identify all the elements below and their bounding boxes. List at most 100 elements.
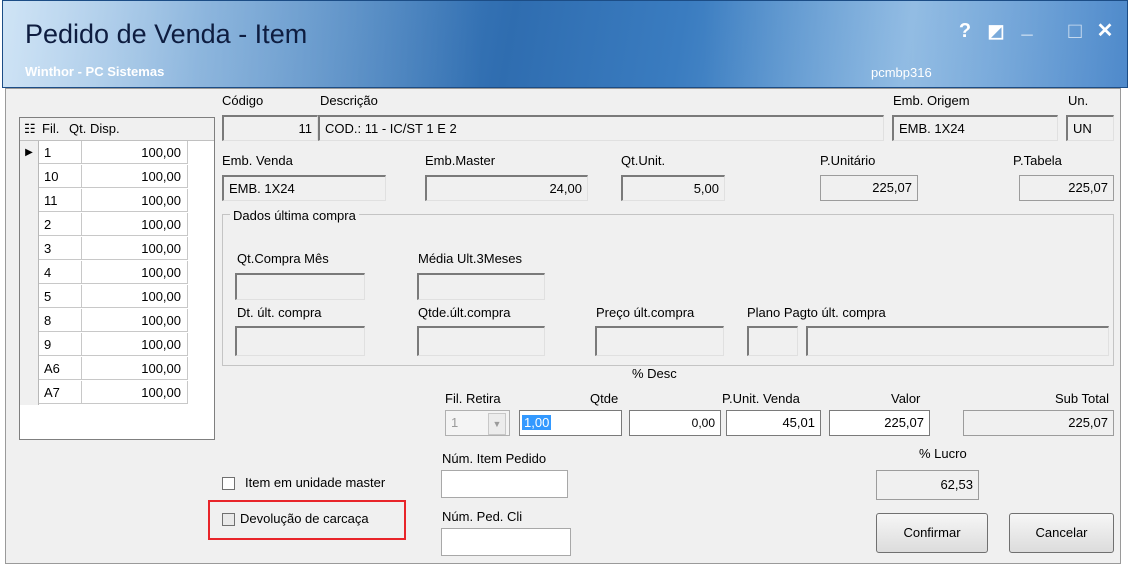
cell-qt-disp[interactable]: 100,00 — [82, 333, 188, 356]
restore-icon[interactable]: ◩ — [984, 19, 1008, 43]
un-label: Un. — [1068, 93, 1089, 108]
cell-fil[interactable]: 4 — [39, 261, 82, 284]
table-row[interactable]: 11 100,00 — [20, 189, 214, 213]
row-indicator — [20, 357, 39, 381]
valor-label: Valor — [891, 391, 921, 406]
devolucao-carcaca-checkbox[interactable] — [222, 513, 235, 526]
table-row[interactable]: 10 100,00 — [20, 165, 214, 189]
grid-menu-icon[interactable]: ☷ — [24, 121, 36, 137]
cell-qt-disp[interactable]: 100,00 — [82, 357, 188, 380]
devolucao-carcaca-label[interactable]: Devolução de carcaça — [240, 511, 369, 526]
window-title: Pedido de Venda - Item — [25, 19, 308, 49]
preco-ult-compra-field — [595, 326, 724, 356]
cell-fil[interactable]: A6 — [39, 357, 82, 380]
item-unidade-master-checkbox[interactable] — [222, 477, 235, 490]
table-row[interactable]: 4 100,00 — [20, 261, 214, 285]
emb-master-label: Emb.Master — [425, 153, 496, 168]
cell-qt-disp[interactable]: 100,00 — [82, 141, 188, 164]
grid-header-fil[interactable]: Fil. — [42, 121, 59, 136]
table-row[interactable]: 2 100,00 — [20, 213, 214, 237]
row-indicator — [20, 237, 39, 261]
desc-input[interactable]: 0,00 — [629, 410, 721, 436]
cell-fil[interactable]: 8 — [39, 309, 82, 332]
title-bar[interactable]: Pedido de Venda - Item Winthor - PC Sist… — [2, 0, 1128, 88]
cell-fil[interactable]: 5 — [39, 285, 82, 308]
lucro-label: % Lucro — [919, 446, 967, 461]
plano-pagto-desc-field — [806, 326, 1109, 356]
media-ult-3meses-label: Média Ult.3Meses — [418, 251, 523, 266]
cell-qt-disp[interactable]: 100,00 — [82, 261, 188, 284]
filial-stock-grid[interactable]: ☷ Fil. Qt. Disp. ▶ 1 100,00 10 100,00 11 100,0… — [19, 117, 215, 440]
cell-qt-disp[interactable]: 100,00 — [82, 165, 188, 188]
num-item-pedido-input[interactable] — [441, 470, 568, 498]
cancelar-button[interactable]: Cancelar — [1009, 513, 1114, 553]
row-indicator — [20, 261, 39, 285]
cell-qt-disp[interactable]: 100,00 — [82, 285, 188, 308]
sub-total-field: 225,07 — [963, 410, 1114, 436]
row-indicator — [20, 381, 39, 405]
qtde-value: 1,00 — [522, 415, 552, 430]
emb-origem-field: EMB. 1X24 — [892, 115, 1058, 141]
cell-qt-disp[interactable]: 100,00 — [82, 309, 188, 332]
cell-fil[interactable]: 9 — [39, 333, 82, 356]
valor-input[interactable]: 225,07 — [829, 410, 930, 436]
grid-header: ☷ Fil. Qt. Disp. — [20, 118, 214, 141]
cell-qt-disp[interactable]: 100,00 — [82, 237, 188, 260]
table-row[interactable]: 5 100,00 — [20, 285, 214, 309]
num-ped-cli-input[interactable] — [441, 528, 571, 556]
emb-master-field: 24,00 — [425, 175, 588, 201]
emb-origem-label: Emb. Origem — [893, 93, 970, 108]
emb-venda-label: Emb. Venda — [222, 153, 293, 168]
preco-ult-compra-label: Preço últ.compra — [596, 305, 695, 320]
descricao-label: Descrição — [320, 93, 378, 108]
descricao-field: COD.: 11 - IC/ST 1 E 2 — [318, 115, 884, 141]
close-icon[interactable]: ✕ — [1093, 19, 1117, 43]
table-row[interactable]: 8 100,00 — [20, 309, 214, 333]
window-subtitle: Winthor - PC Sistemas — [25, 64, 165, 79]
ultima-compra-group-label: Dados última compra — [230, 208, 359, 223]
cell-fil[interactable]: A7 — [39, 381, 82, 404]
cell-qt-disp[interactable]: 100,00 — [82, 189, 188, 212]
row-indicator — [20, 213, 39, 237]
confirmar-button[interactable]: Confirmar — [876, 513, 988, 553]
sub-total-label: Sub Total — [1055, 391, 1109, 406]
cell-fil[interactable]: 2 — [39, 213, 82, 236]
fil-retira-value: 1 — [451, 415, 459, 430]
cell-fil[interactable]: 1 — [39, 141, 82, 164]
table-row[interactable]: 3 100,00 — [20, 237, 214, 261]
p-unitario-field: 225,07 — [820, 175, 918, 201]
plano-pagto-code-field — [747, 326, 798, 356]
cell-qt-disp[interactable]: 100,00 — [82, 213, 188, 236]
desc-label: % Desc — [632, 366, 677, 381]
minimize-icon[interactable]: _ — [1015, 15, 1039, 39]
table-row[interactable]: A7 100,00 — [20, 381, 214, 405]
qt-unit-field: 5,00 — [621, 175, 725, 201]
dt-ult-compra-field — [235, 326, 365, 356]
row-indicator — [20, 189, 39, 213]
cell-qt-disp[interactable]: 100,00 — [82, 381, 188, 404]
num-ped-cli-label: Núm. Ped. Cli — [442, 509, 523, 524]
emb-venda-field: EMB. 1X24 — [222, 175, 386, 201]
table-row[interactable]: 9 100,00 — [20, 333, 214, 357]
fil-retira-select[interactable]: 1 ▼ — [445, 410, 510, 436]
cell-fil[interactable]: 11 — [39, 189, 82, 212]
row-indicator — [20, 285, 39, 309]
p-unit-venda-input[interactable]: 45,01 — [726, 410, 821, 436]
p-tabela-field: 225,07 — [1019, 175, 1114, 201]
table-row[interactable]: ▶ 1 100,00 — [20, 141, 214, 165]
cell-fil[interactable]: 10 — [39, 165, 82, 188]
table-row[interactable]: A6 100,00 — [20, 357, 214, 381]
row-indicator — [20, 333, 39, 357]
media-ult-3meses-field — [417, 273, 545, 300]
grid-header-qt-disp[interactable]: Qt. Disp. — [69, 121, 120, 136]
p-unit-venda-label: P.Unit. Venda — [722, 391, 800, 406]
qt-unit-label: Qt.Unit. — [621, 153, 666, 168]
maximize-icon[interactable]: □ — [1063, 19, 1087, 43]
item-unidade-master-label[interactable]: Item em unidade master — [245, 475, 385, 490]
help-icon[interactable]: ? — [953, 19, 977, 43]
qt-compra-mes-field — [235, 273, 365, 300]
qtde-ult-compra-field — [417, 326, 545, 356]
cell-fil[interactable]: 3 — [39, 237, 82, 260]
chevron-down-icon[interactable]: ▼ — [488, 413, 506, 435]
qtde-input[interactable]: 1,00 — [519, 410, 622, 436]
